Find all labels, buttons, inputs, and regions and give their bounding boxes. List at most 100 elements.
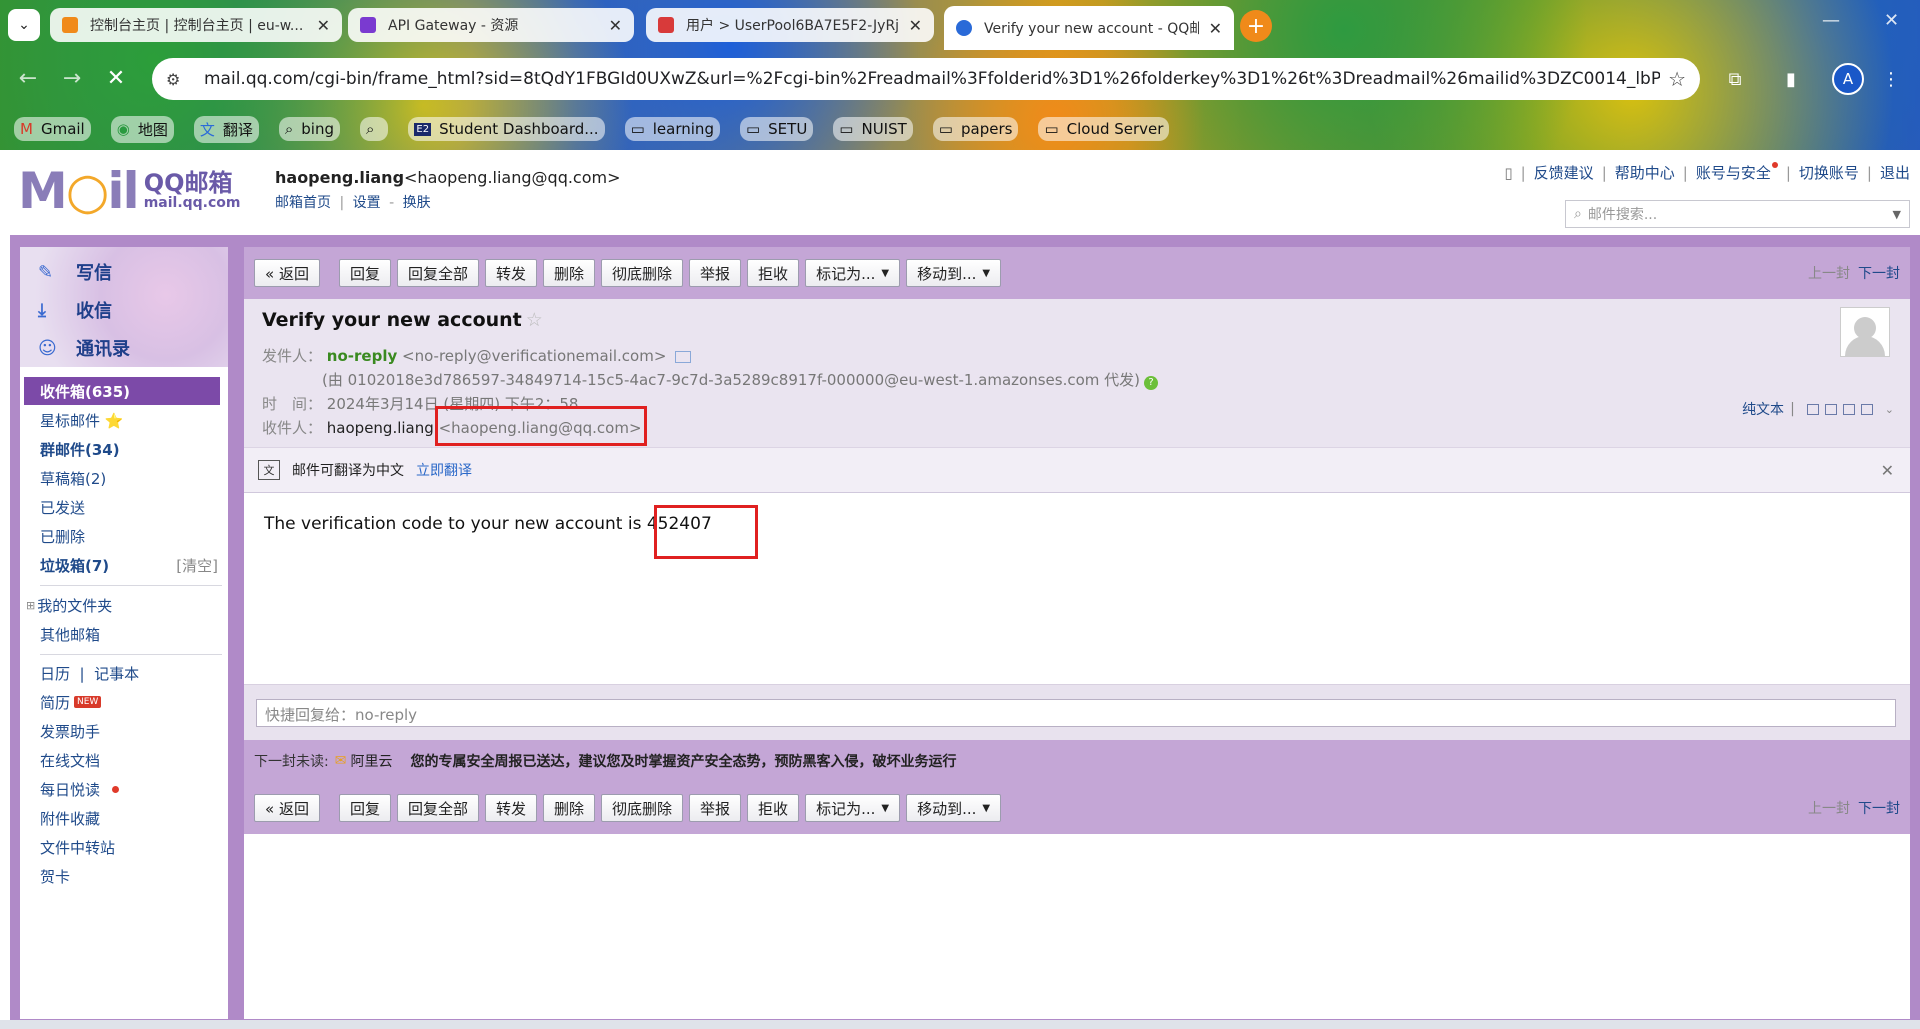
link-settings[interactable]: 设置	[353, 195, 381, 211]
tab-cognito-users[interactable]: 用户 > UserPool6BA7E5F2-JyRj... ✕	[646, 8, 934, 42]
sender-name[interactable]: no-reply	[327, 347, 397, 365]
link-account-security[interactable]: 账号与安全	[1696, 162, 1778, 183]
close-icon[interactable]: ✕	[909, 16, 922, 35]
permanent-delete-button[interactable]: 彻底删除	[601, 259, 684, 287]
next-unread-sender[interactable]: 阿里云	[350, 751, 392, 771]
close-icon[interactable]: ✕	[609, 16, 622, 35]
tab-console[interactable]: 控制台主页 | 控制台主页 | eu-w... ✕	[50, 8, 342, 42]
back-button[interactable]: « 返回	[254, 794, 320, 822]
next-unread-subject[interactable]: 您的专属安全周报已送达，建议您及时掌握资产安全态势，预防黑客入侵，破坏业务运行	[410, 751, 956, 771]
delete-button[interactable]: 删除	[543, 259, 596, 287]
new-tab-button[interactable]: +	[1240, 10, 1272, 42]
folder-other-mailbox[interactable]: 其他邮箱	[20, 620, 228, 648]
sender-avatar[interactable]	[1840, 307, 1890, 357]
mark-as-dropdown[interactable]: 标记为... ▼	[805, 259, 901, 287]
folder-inbox[interactable]: 收件箱(635)	[24, 377, 220, 405]
expand-icon[interactable]: ⊞	[26, 599, 35, 612]
close-icon[interactable]: ✕	[1881, 461, 1894, 480]
app-daily-reading[interactable]: 每日悦读	[20, 775, 228, 803]
close-icon[interactable]: ✕	[317, 16, 330, 35]
app-greeting-cards[interactable]: 贺卡	[20, 862, 228, 890]
folder-deleted[interactable]: 已删除	[20, 522, 228, 550]
folder-drafts[interactable]: 草稿箱(2)	[20, 464, 228, 492]
qq-mail-logo[interactable]: M○il QQ邮箱 mail.qq.com	[18, 166, 241, 216]
report-button[interactable]: 举报	[689, 794, 742, 822]
close-window-icon[interactable]: ✕	[1884, 10, 1899, 31]
next-mail-link[interactable]: 下一封	[1858, 266, 1900, 282]
tab-search-button[interactable]: ⌄	[8, 9, 40, 41]
bookmark-maps[interactable]: ◉ 地图	[110, 115, 174, 143]
quick-reply-input[interactable]: 快捷回复给：no-reply	[256, 699, 1896, 727]
site-info-icon[interactable]: ⚙	[166, 70, 192, 89]
tab-qq-mail[interactable]: Verify your new account - QQ邮 ✕	[944, 6, 1234, 50]
back-button[interactable]: « 返回	[254, 259, 320, 287]
tab-api-gateway[interactable]: API Gateway - 资源 ✕	[348, 8, 634, 42]
help-icon[interactable]: ?	[1144, 376, 1159, 390]
forward-button[interactable]: 转发	[484, 794, 537, 822]
view-mode-icon[interactable]	[1824, 403, 1837, 415]
app-resume[interactable]: 简历 NEW	[20, 688, 228, 716]
app-attachments[interactable]: 附件收藏	[20, 804, 228, 832]
view-mode-icon[interactable]	[1806, 403, 1819, 415]
address-bar[interactable]: ⚙ mail.qq.com/cgi-bin/frame_html?sid=8tQ…	[152, 58, 1700, 100]
extensions-icon[interactable]: ⧉	[1722, 66, 1748, 92]
reject-button[interactable]: 拒收	[747, 259, 800, 287]
link-change-skin[interactable]: 换肤	[403, 195, 431, 211]
recipient-name[interactable]: haopeng.liang	[327, 419, 434, 437]
link-mail-home[interactable]: 邮箱首页	[275, 195, 331, 211]
menu-icon[interactable]: ⋮	[1878, 66, 1904, 92]
reject-button[interactable]: 拒收	[747, 794, 800, 822]
reply-all-button[interactable]: 回复全部	[396, 259, 479, 287]
folder-sent[interactable]: 已发送	[20, 493, 228, 521]
receive-button[interactable]: ⤓ 收信	[38, 297, 112, 323]
write-button[interactable]: ✎ 写信	[38, 259, 112, 285]
folder-spam[interactable]: 垃圾箱(7) [清空]	[20, 551, 228, 579]
bookmark-student-dashboard[interactable]: E2 Student Dashboard...	[408, 117, 605, 141]
reply-all-button[interactable]: 回复全部	[396, 794, 479, 822]
contacts-button[interactable]: ☺ 通讯录	[38, 335, 130, 361]
phone-icon[interactable]: ▯	[1504, 164, 1512, 182]
mail-search-input[interactable]: ⌕ 邮件搜索... ▼	[1565, 200, 1910, 228]
bookmark-learning[interactable]: ▭ learning	[624, 117, 720, 141]
minimize-icon[interactable]: —	[1822, 10, 1840, 31]
move-to-dropdown[interactable]: 移动到... ▼	[906, 794, 1002, 822]
bookmark-nuist[interactable]: ▭ NUIST	[833, 117, 913, 141]
report-button[interactable]: 举报	[689, 259, 742, 287]
star-icon[interactable]: ☆	[526, 309, 543, 331]
app-invoice[interactable]: 发票助手	[20, 717, 228, 745]
side-panel-icon[interactable]: ▮	[1778, 66, 1804, 92]
view-mode-icon[interactable]	[1842, 403, 1855, 415]
next-mail-link[interactable]: 下一封	[1858, 801, 1900, 817]
bookmark-gmail[interactable]: M Gmail	[14, 117, 91, 141]
prev-mail-link[interactable]: 上一封	[1808, 801, 1850, 817]
link-help-center[interactable]: 帮助中心	[1615, 162, 1675, 183]
reply-button[interactable]: 回复	[338, 794, 391, 822]
bookmark-star-icon[interactable]: ☆	[1668, 67, 1686, 91]
app-online-docs[interactable]: 在线文档	[20, 746, 228, 774]
chevron-down-icon[interactable]: ⌄	[1885, 403, 1894, 416]
reply-button[interactable]: 回复	[338, 259, 391, 287]
profile-avatar[interactable]: A	[1832, 63, 1864, 95]
plain-text-link[interactable]: 纯文本	[1742, 399, 1784, 419]
permanent-delete-button[interactable]: 彻底删除	[601, 794, 684, 822]
bookmark-search[interactable]: ⌕	[359, 117, 389, 141]
bookmark-translate[interactable]: 文翻译	[193, 115, 259, 143]
contact-card-icon[interactable]	[675, 350, 692, 363]
delete-button[interactable]: 删除	[543, 794, 596, 822]
bookmark-setu[interactable]: ▭ SETU	[739, 117, 814, 141]
folder-starred[interactable]: 星标邮件 ⭐	[20, 406, 228, 434]
translate-now-link[interactable]: 立即翻译	[416, 460, 472, 480]
forward-button[interactable]: 转发	[484, 259, 537, 287]
app-calendar-notes[interactable]: 日历 | 记事本	[20, 659, 228, 687]
folder-my-folders[interactable]: ⊞ 我的文件夹	[20, 591, 228, 619]
app-file-transfer[interactable]: 文件中转站	[20, 833, 228, 861]
bookmark-cloud-server[interactable]: ▭ Cloud Server	[1038, 117, 1170, 141]
link-logout[interactable]: 退出	[1880, 162, 1910, 183]
move-to-dropdown[interactable]: 移动到... ▼	[906, 259, 1002, 287]
chevron-down-icon[interactable]: ▼	[1893, 208, 1901, 221]
forward-icon[interactable]: →	[56, 62, 88, 94]
close-icon[interactable]: ✕	[1209, 19, 1222, 38]
back-icon[interactable]: ←	[12, 62, 44, 94]
bookmark-papers[interactable]: ▭ papers	[932, 117, 1019, 141]
link-switch-account[interactable]: 切换账号	[1799, 162, 1859, 183]
